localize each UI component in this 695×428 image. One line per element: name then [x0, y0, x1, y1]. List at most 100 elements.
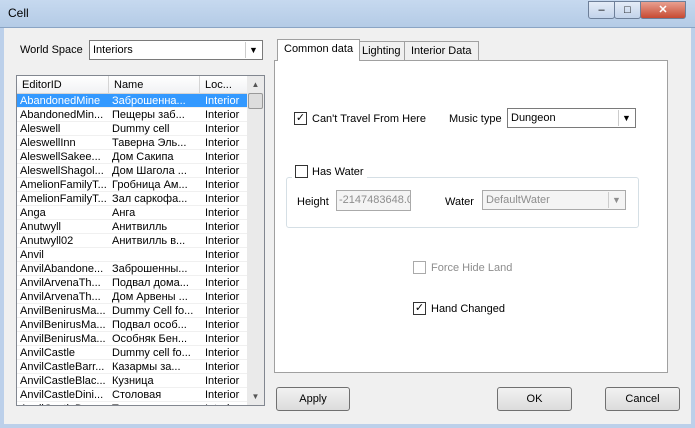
- water-value: DefaultWater: [486, 194, 550, 206]
- cell-location: Interior: [205, 402, 248, 405]
- list-item[interactable]: Aleswell Dummy cell Interior: [17, 122, 248, 136]
- cell-name: Столовая: [112, 389, 162, 401]
- cell-editorid: AnvilAbandone...: [20, 263, 104, 275]
- cell-editorid: AleswellInn: [20, 137, 76, 149]
- list-item[interactable]: AbandonedMin... Пещеры заб... Interior: [17, 108, 248, 122]
- cell-editorid: AbandonedMine: [20, 95, 101, 107]
- common-data-panel: ✓ Can't Travel From Here Music type Dung…: [274, 60, 668, 373]
- cell-name: Анитвилль: [112, 221, 168, 233]
- force-hide-land-checkbox[interactable]: [413, 261, 426, 274]
- list-item[interactable]: AnvilBenirusMa... Подвал особ... Interior: [17, 318, 248, 332]
- water-label: Water: [445, 196, 474, 208]
- cell-location: Interior: [205, 305, 240, 317]
- maximize-button[interactable]: □: [614, 1, 641, 19]
- cell-name: Дом Арвены ...: [112, 291, 188, 303]
- has-water-row: Has Water: [292, 165, 367, 178]
- water-select[interactable]: DefaultWater ▼: [482, 190, 626, 210]
- list-item[interactable]: AleswellSakee... Дом Сакипа Interior: [17, 150, 248, 164]
- list-item[interactable]: AnvilCastleDini... Столовая Interior: [17, 388, 248, 402]
- list-item[interactable]: AnvilCastleBlac... Кузница Interior: [17, 374, 248, 388]
- cell-editorid: AnvilCastleD...: [20, 402, 108, 405]
- cell-editorid: Anutwyll02: [20, 235, 74, 247]
- world-space-label: World Space: [20, 44, 83, 56]
- chevron-down-icon[interactable]: ▼: [608, 192, 624, 208]
- window-title: Cell: [8, 6, 29, 20]
- cell-name: Пещеры заб...: [112, 109, 185, 121]
- cell-name: Подвал особ...: [112, 319, 187, 331]
- cell-location: Interior: [205, 347, 240, 359]
- scroll-down-icon[interactable]: ▼: [247, 388, 264, 405]
- tab-lighting[interactable]: Lighting: [355, 41, 408, 61]
- cell-location: Interior: [205, 221, 240, 233]
- cell-list[interactable]: EditorID Name Loc... AbandonedMine Заброш…: [16, 75, 265, 406]
- hand-changed-checkbox[interactable]: ✓: [413, 302, 426, 315]
- cell-editorid: AnvilCastleBarr...: [20, 361, 105, 373]
- list-item[interactable]: AnvilArvenaTh... Подвал дома... Interior: [17, 276, 248, 290]
- cell-name: Заброшенна...: [112, 95, 186, 107]
- close-button[interactable]: ✕: [640, 1, 686, 19]
- cell-name: Подвал дома...: [112, 277, 189, 289]
- cell-editorid: AnvilBenirusMa...: [20, 333, 106, 345]
- list-item[interactable]: Anutwyll02 Анитвилль в... Interior: [17, 234, 248, 248]
- world-space-select[interactable]: Interiors ▼: [89, 40, 263, 60]
- cant-travel-checkbox[interactable]: ✓: [294, 112, 307, 125]
- list-item[interactable]: AmelionFamilyT... Гробница Ам... Interior: [17, 178, 248, 192]
- list-item[interactable]: AleswellInn Таверна Эль... Interior: [17, 136, 248, 150]
- cell-editorid: AnvilArvenaTh...: [20, 277, 101, 289]
- cell-name: Dummy Cell fo...: [112, 305, 194, 317]
- cell-editorid: Aleswell: [20, 123, 61, 135]
- cell-location: Interior: [205, 235, 240, 247]
- chevron-down-icon[interactable]: ▼: [618, 110, 634, 126]
- cell-name: Анга: [112, 207, 136, 219]
- music-type-select[interactable]: Dungeon ▼: [507, 108, 636, 128]
- cell-location: Interior: [205, 319, 240, 331]
- list-item[interactable]: Anutwyll Анитвилль Interior: [17, 220, 248, 234]
- cancel-button[interactable]: Cancel: [605, 387, 680, 411]
- list-item[interactable]: AnvilCastleD... Т... Interior: [17, 402, 248, 405]
- height-input[interactable]: -2147483648.0: [336, 190, 411, 211]
- hand-changed-label: Hand Changed: [431, 303, 506, 315]
- music-type-label: Music type: [449, 113, 502, 125]
- tab-common-data[interactable]: Common data: [277, 39, 361, 61]
- cell-location: Interior: [205, 361, 240, 373]
- cell-name: Заброшенны...: [112, 263, 188, 275]
- column-name[interactable]: Name: [109, 76, 200, 94]
- has-water-label: Has Water: [312, 165, 364, 178]
- cell-name: Dummy cell fo...: [112, 347, 191, 359]
- list-item[interactable]: Anvil Interior: [17, 248, 248, 262]
- ok-button[interactable]: OK: [497, 387, 572, 411]
- cell-name: Особняк Бен...: [112, 333, 188, 345]
- minimize-button[interactable]: –: [588, 1, 615, 19]
- has-water-checkbox[interactable]: [295, 165, 308, 178]
- list-item[interactable]: AnvilBenirusMa... Особняк Бен... Interior: [17, 332, 248, 346]
- list-item[interactable]: AbandonedMine Заброшенна... Interior: [17, 94, 248, 108]
- list-item[interactable]: AnvilCastleBarr... Казармы за... Interior: [17, 360, 248, 374]
- cant-travel-label: Can't Travel From Here: [312, 113, 426, 125]
- cell-location: Interior: [205, 151, 240, 163]
- cell-editorid: Anutwyll: [20, 221, 61, 233]
- list-item[interactable]: AleswellShagol... Дом Шагола ... Interior: [17, 164, 248, 178]
- apply-button[interactable]: Apply: [276, 387, 350, 411]
- list-item[interactable]: Anga Анга Interior: [17, 206, 248, 220]
- list-item[interactable]: AnvilBenirusMa... Dummy Cell fo... Interio…: [17, 304, 248, 318]
- column-editorid[interactable]: EditorID: [17, 76, 109, 94]
- cell-editorid: Anga: [20, 207, 46, 219]
- cell-name: Зал саркофа...: [112, 193, 188, 205]
- cell-location: Interior: [205, 277, 240, 289]
- cell-editorid: AmelionFamilyT...: [20, 193, 107, 205]
- scroll-up-icon[interactable]: ▲: [247, 76, 264, 93]
- cell-name: Дом Шагола ...: [112, 165, 187, 177]
- music-type-value: Dungeon: [511, 112, 556, 124]
- list-item[interactable]: AmelionFamilyT... Зал саркофа... Interior: [17, 192, 248, 206]
- tab-interior-data[interactable]: Interior Data: [404, 41, 479, 61]
- title-bar: Cell – □ ✕: [0, 0, 695, 28]
- list-scrollbar[interactable]: ▲ ▼: [247, 76, 264, 405]
- scroll-thumb[interactable]: [248, 93, 263, 109]
- list-item[interactable]: AnvilCastle Dummy cell fo... Interior: [17, 346, 248, 360]
- cell-editorid: AmelionFamilyT...: [20, 179, 107, 191]
- column-location[interactable]: Loc...: [200, 76, 248, 94]
- cell-editorid: AleswellSakee...: [20, 151, 101, 163]
- chevron-down-icon[interactable]: ▼: [245, 42, 261, 58]
- list-item[interactable]: AnvilArvenaTh... Дом Арвены ... Interior: [17, 290, 248, 304]
- list-item[interactable]: AnvilAbandone... Заброшенны... Interior: [17, 262, 248, 276]
